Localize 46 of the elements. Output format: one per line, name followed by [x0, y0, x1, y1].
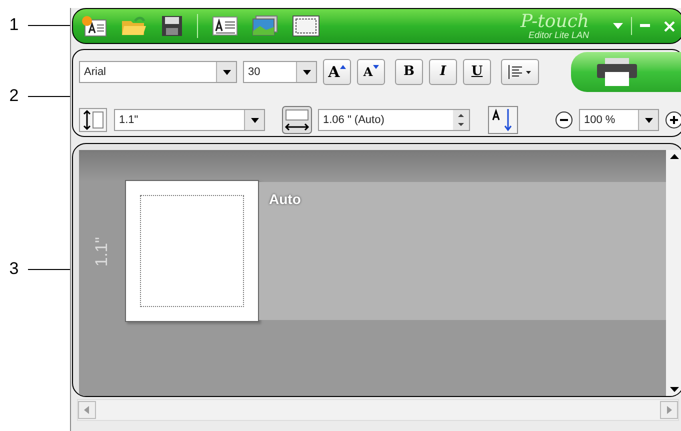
underline-button[interactable]: U: [463, 59, 491, 85]
align-left-icon: [508, 65, 532, 79]
font-dropdown[interactable]: Arial: [79, 61, 237, 83]
print-button[interactable]: [571, 52, 681, 92]
caret-icon: [302, 70, 310, 74]
minimize-icon[interactable]: [640, 24, 650, 28]
logo-text: P-touch: [520, 12, 589, 30]
callout-number: 2: [8, 85, 20, 108]
frame-icon[interactable]: [292, 15, 320, 37]
zoom-in-icon[interactable]: [665, 111, 681, 129]
align-button[interactable]: [501, 59, 539, 85]
label-length-icon[interactable]: [79, 108, 107, 132]
new-document-icon[interactable]: [81, 15, 107, 37]
shrink-font-button[interactable]: A: [357, 59, 385, 85]
text-layout-icon[interactable]: [212, 15, 238, 37]
italic-button[interactable]: I: [429, 59, 457, 85]
grow-font-button[interactable]: A: [323, 59, 351, 85]
leader-line: [28, 268, 70, 270]
down-arrow-icon: [372, 65, 379, 69]
scroll-down-icon[interactable]: [670, 387, 679, 392]
image-icon[interactable]: [252, 15, 278, 37]
spinner-icon[interactable]: [453, 110, 469, 130]
mode-label: Auto: [269, 191, 301, 207]
dropdown-icon[interactable]: [613, 23, 623, 29]
tape-length-dropdown[interactable]: 1.1": [114, 109, 265, 131]
save-icon[interactable]: [161, 15, 183, 37]
vertical-scrollbar[interactable]: [666, 150, 681, 396]
bold-button[interactable]: B: [395, 59, 423, 85]
scroll-up-icon[interactable]: [670, 154, 679, 159]
caret-icon: [222, 70, 230, 74]
text-direction-icon[interactable]: [488, 106, 518, 134]
callout-number: 1: [8, 14, 20, 36]
length-label: 1.1": [91, 237, 112, 267]
close-icon[interactable]: [664, 20, 675, 32]
leader-line: [28, 24, 70, 26]
label-width-icon[interactable]: [282, 106, 312, 134]
printer-icon: [597, 58, 637, 86]
font-size-dropdown[interactable]: 30: [243, 61, 317, 83]
zoom-out-icon[interactable]: [555, 111, 573, 129]
zoom-dropdown[interactable]: 100 %: [579, 109, 659, 131]
callout-number: 3: [8, 258, 20, 280]
caret-icon: [250, 118, 258, 122]
up-arrow-icon: [340, 65, 346, 69]
logo-subtitle: Editor Lite LAN: [528, 30, 589, 40]
caret-icon: [644, 118, 652, 122]
label-width-field[interactable]: 1.06 " (Auto): [318, 109, 470, 131]
